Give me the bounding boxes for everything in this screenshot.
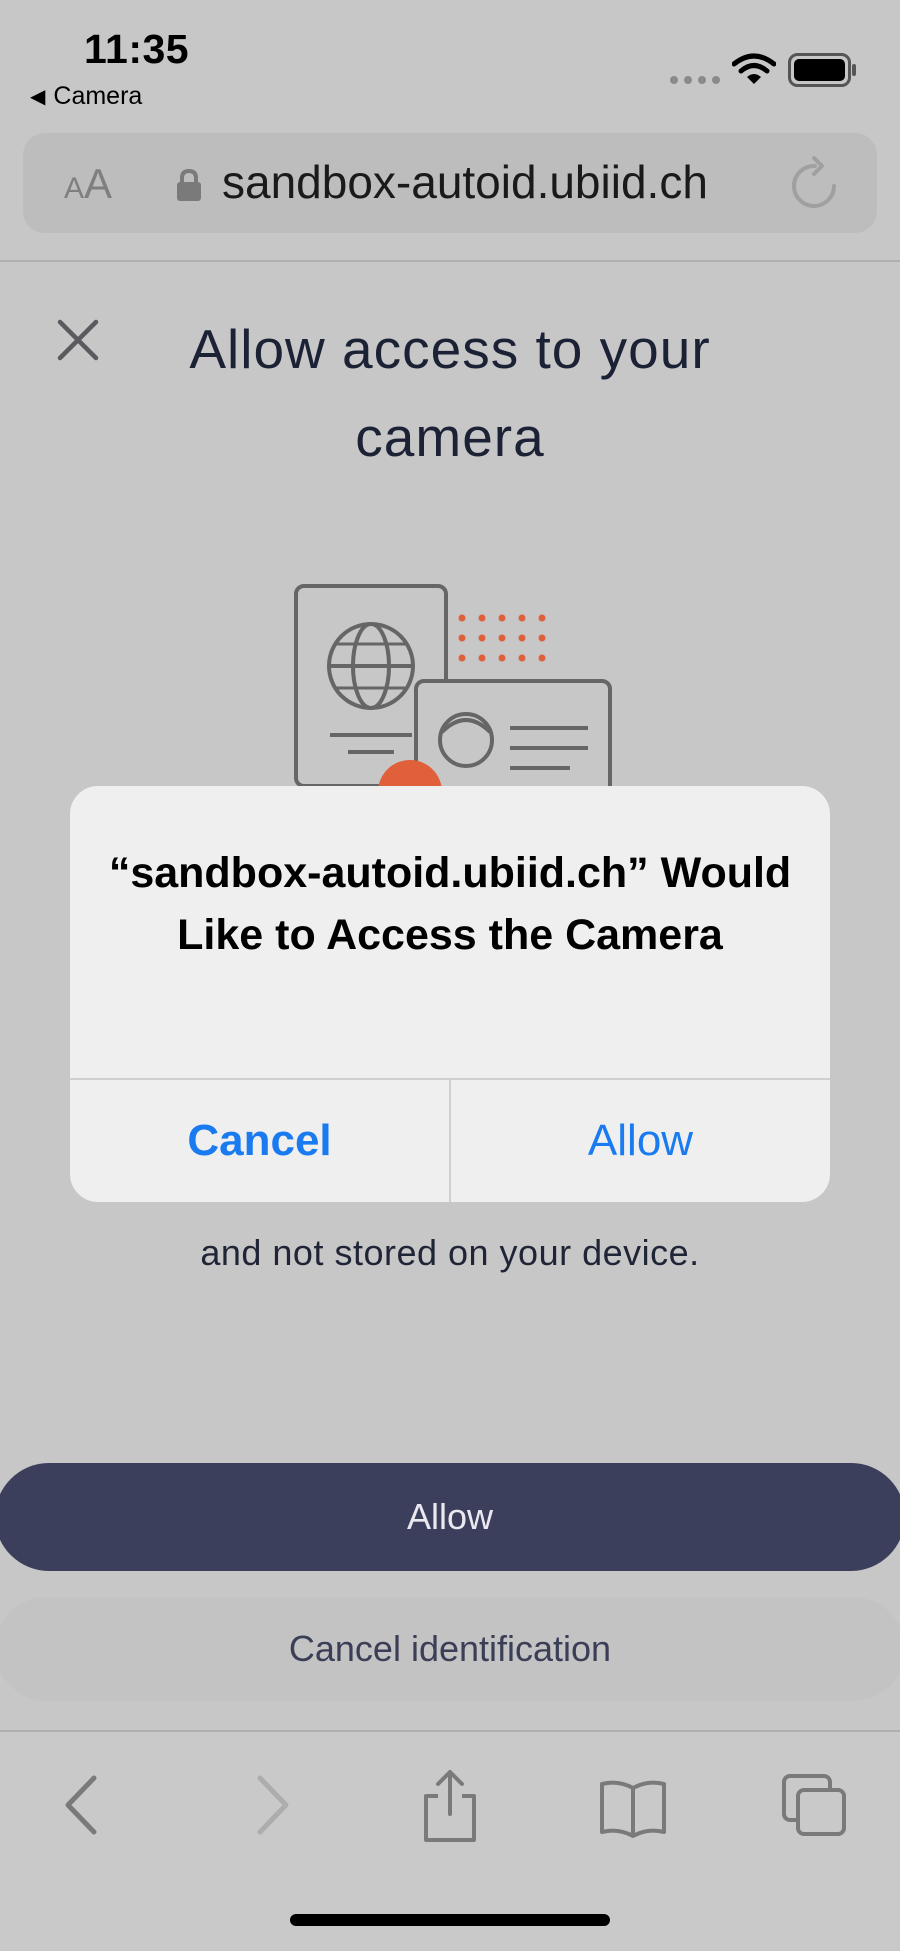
address-bar-divider	[0, 260, 900, 262]
home-indicator	[290, 1914, 610, 1926]
back-triangle-icon: ◀	[30, 86, 46, 108]
privacy-note: and not stored on your device.	[200, 1232, 700, 1273]
text-size-button[interactable]: AA	[64, 160, 112, 208]
dialog-title: “sandbox-autoid.ubiid.ch” Would Like to …	[108, 849, 792, 959]
allow-button[interactable]: Allow	[0, 1463, 900, 1571]
status-time: 11:35	[84, 26, 190, 72]
forward-icon[interactable]	[250, 1770, 294, 1840]
back-to-app-link[interactable]: ◀ Camera	[30, 82, 142, 111]
cellular-signal-icon	[670, 76, 720, 84]
battery-icon	[788, 53, 856, 87]
wifi-icon	[732, 53, 776, 84]
back-icon[interactable]	[60, 1770, 104, 1840]
page-title: Allow access to your camera	[189, 318, 711, 468]
lock-icon	[177, 168, 201, 201]
camera-permission-dialog: “sandbox-autoid.ubiid.ch” Would Like to …	[70, 786, 830, 1202]
bookmarks-icon[interactable]	[598, 1778, 668, 1838]
reload-icon[interactable]	[790, 156, 840, 212]
dialog-cancel-button[interactable]: Cancel	[70, 1080, 449, 1202]
url-text[interactable]: sandbox-autoid.ubiid.ch	[222, 155, 708, 209]
tabs-icon[interactable]	[780, 1772, 848, 1838]
dialog-allow-button[interactable]: Allow	[451, 1080, 830, 1202]
close-icon[interactable]	[56, 318, 100, 362]
cancel-identification-button[interactable]: Cancel identification	[0, 1597, 900, 1701]
back-app-label: Camera	[53, 82, 143, 110]
share-icon[interactable]	[420, 1768, 480, 1844]
